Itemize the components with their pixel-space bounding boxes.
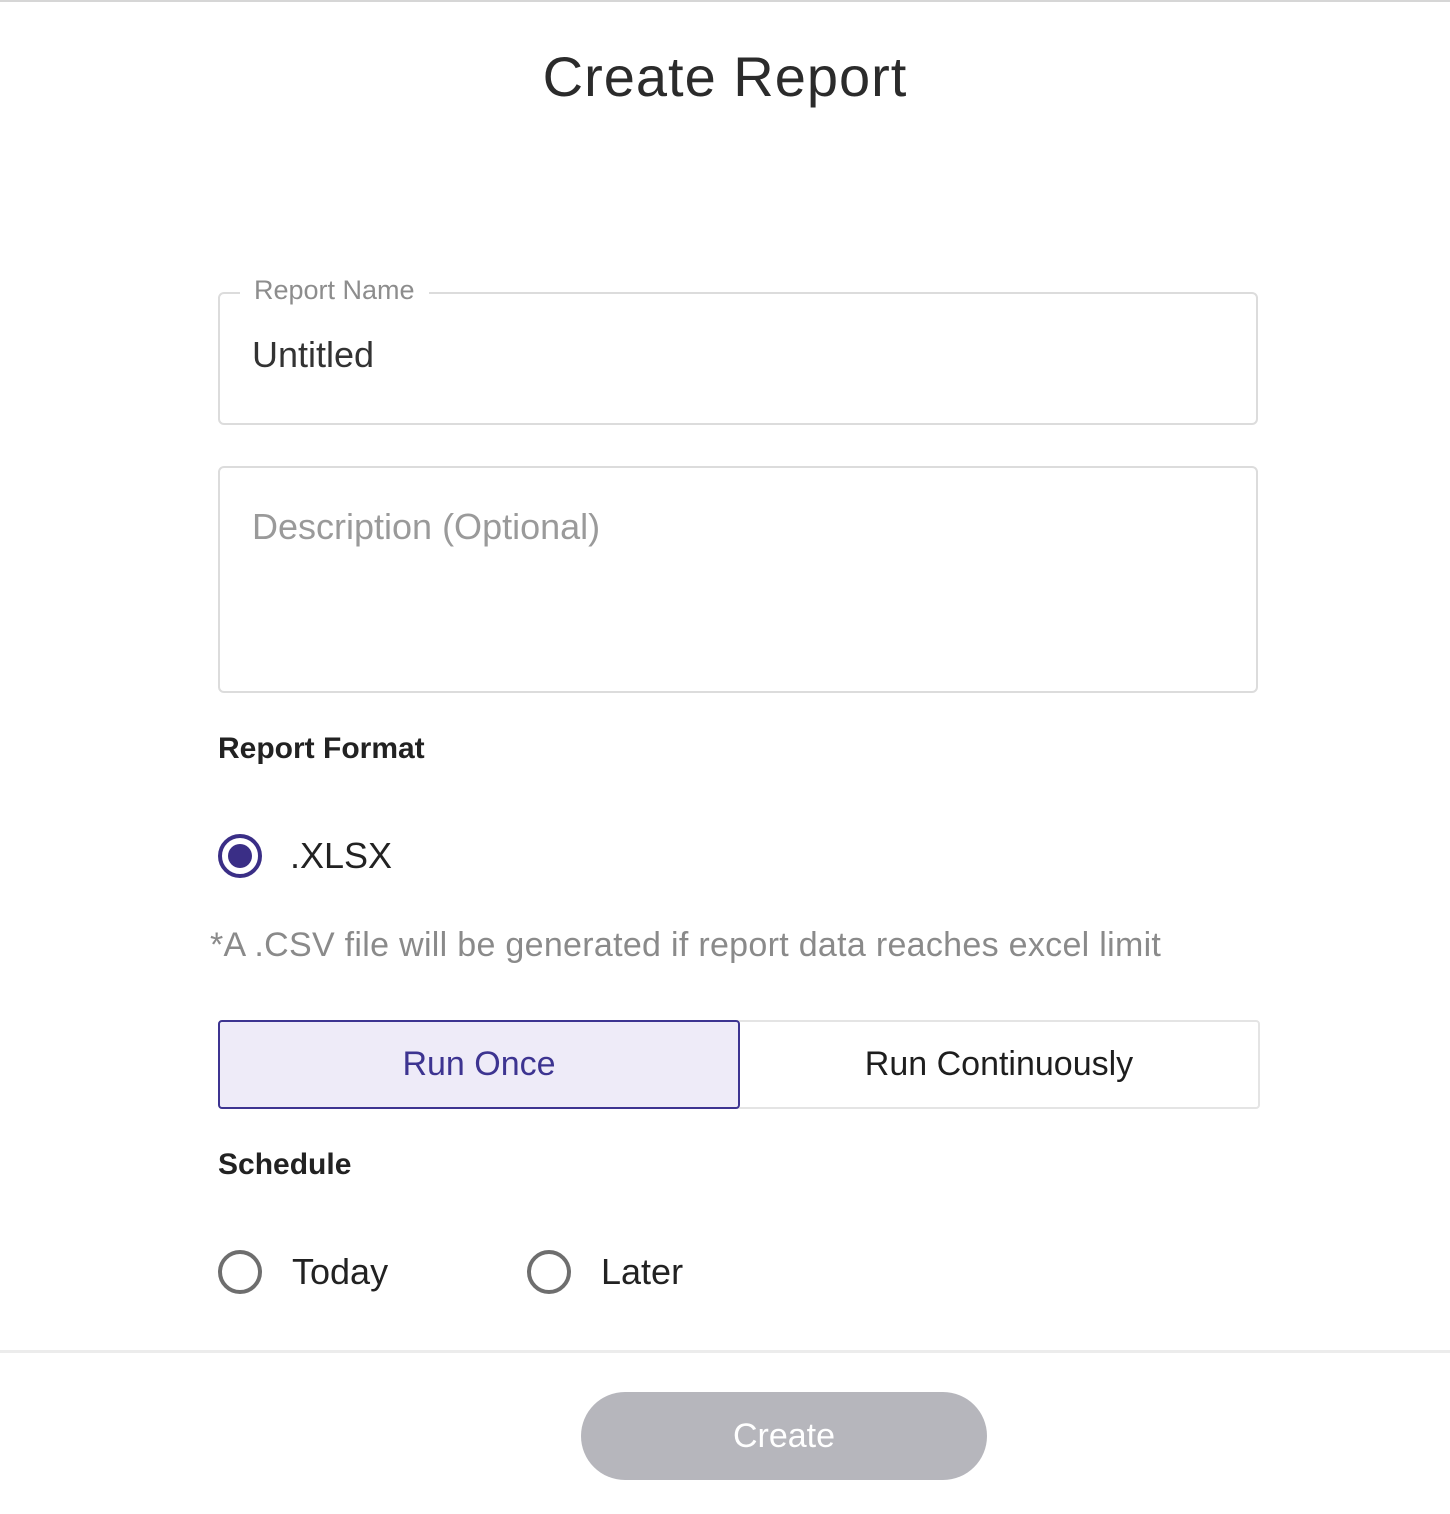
description-input[interactable]: [218, 466, 1258, 693]
report-format-heading: Report Format: [218, 732, 425, 765]
format-option-xlsx[interactable]: .XLSX: [218, 834, 392, 878]
run-once-tab[interactable]: Run Once: [218, 1020, 740, 1109]
format-option-label: .XLSX: [290, 835, 393, 876]
report-name-input[interactable]: [252, 330, 1224, 380]
radio-unchecked-icon[interactable]: [527, 1250, 571, 1294]
schedule-today-label: Today: [292, 1251, 389, 1292]
schedule-later-label: Later: [601, 1251, 684, 1292]
report-name-label: Report Name: [240, 272, 429, 308]
schedule-heading: Schedule: [218, 1148, 352, 1181]
dialog-title: Create Report: [542, 45, 908, 108]
schedule-option-later[interactable]: Later: [527, 1250, 683, 1294]
radio-unchecked-icon[interactable]: [218, 1250, 262, 1294]
create-report-dialog: Create Report Report Name Report Format …: [0, 0, 1450, 1514]
csv-limit-note: *A .CSV file will be generated if report…: [210, 926, 1162, 964]
footer-divider: [0, 1350, 1450, 1353]
run-continuously-tab[interactable]: Run Continuously: [740, 1022, 1258, 1107]
create-button[interactable]: Create: [581, 1392, 987, 1480]
schedule-option-today[interactable]: Today: [218, 1250, 388, 1294]
top-divider: [0, 0, 1450, 2]
radio-checked-icon[interactable]: [218, 834, 262, 878]
report-name-field[interactable]: Report Name: [218, 272, 1258, 425]
run-mode-toggle: Run Once Run Continuously: [218, 1020, 1260, 1109]
